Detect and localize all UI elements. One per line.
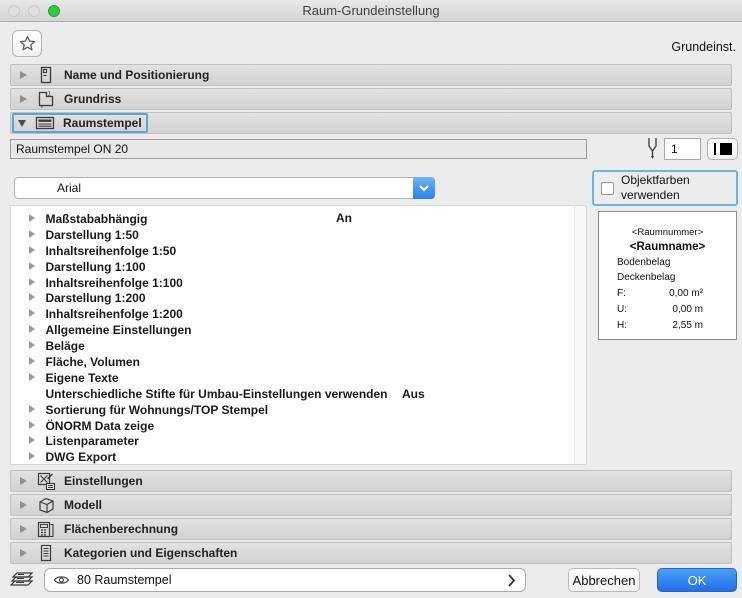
preview-raumnummer: <Raumnummer> (599, 227, 736, 238)
section-header-modell[interactable]: Modell (10, 494, 732, 516)
pen-color-button[interactable] (707, 138, 738, 160)
disclosure-collapsed-icon (20, 71, 27, 79)
einstellungen-icon (36, 472, 56, 490)
tree-item[interactable]: Inhaltsreihenfolge 1:200 (11, 306, 586, 322)
selected-tool-label: 80 Raumstempel (77, 573, 172, 587)
preview-metric-row: H: 2,55 m (617, 320, 736, 331)
cancel-button[interactable]: Abbrechen (568, 568, 640, 592)
disclosure-collapsed-icon (29, 436, 35, 444)
raum-grundeinstellung-dialog: Raum-Grundeinstellung Grundeinst. Name u… (0, 0, 742, 598)
section-label: Flächenberechnung (64, 522, 178, 536)
tree-item[interactable]: Darstellung 1:200 (11, 290, 586, 306)
disclosure-collapsed-icon (29, 293, 35, 301)
disclosure-collapsed-icon (20, 525, 27, 533)
tree-item[interactable]: Maßstababhängig An (11, 211, 586, 227)
font-name-value: Arial (15, 181, 81, 195)
section-label: Name und Positionierung (64, 68, 209, 82)
section-header-grundriss[interactable]: 1 Grundriss (10, 88, 732, 110)
tree-item[interactable]: ÖNORM Data zeige (11, 418, 586, 434)
chevron-down-icon (413, 177, 435, 199)
pen-weight-sample (714, 143, 716, 155)
section-label: Kategorien und Eigenschaften (64, 546, 237, 560)
stamp-parameter-tree[interactable]: Maßstababhängig An Darstellung 1:50 Inha… (10, 205, 587, 465)
favorites-hint-label: Grundeinst. (671, 40, 736, 54)
disclosure-expanded-icon (18, 120, 26, 127)
chevron-right-icon (508, 574, 516, 587)
grundriss-icon: 1 (36, 90, 56, 108)
layers-icon (10, 569, 38, 591)
disclosure-collapsed-icon (29, 309, 35, 317)
ok-button[interactable]: OK (657, 568, 737, 592)
disclosure-collapsed-icon (29, 278, 35, 286)
disclosure-collapsed-icon (29, 452, 35, 460)
modell-icon (36, 496, 56, 514)
tree-item[interactable]: Fläche, Volumen (11, 354, 586, 370)
section-label: Raumstempel (63, 116, 142, 130)
section-header-kategorien-und-eigenschaften[interactable]: Kategorien und Eigenschaften (10, 542, 732, 564)
section-header-raumstempel[interactable]: Raumstempel (10, 112, 732, 134)
stamp-preview-panel: <Raumnummer> <Raumname> Bodenbelag Decke… (598, 211, 737, 340)
flaechenberechnung-icon (36, 520, 56, 538)
disclosure-collapsed-icon (29, 341, 35, 349)
disclosure-collapsed-icon (20, 501, 27, 509)
tree-item[interactable]: Eigene Texte (11, 370, 586, 386)
disclosure-collapsed-icon (29, 230, 35, 238)
section-label: Modell (64, 498, 102, 512)
tree-item[interactable]: Allgemeine Einstellungen (11, 322, 586, 338)
disclosure-collapsed-icon (29, 405, 35, 413)
preview-metric-row: F: 0,00 m² (617, 288, 736, 299)
window-title: Raum-Grundeinstellung (0, 3, 742, 18)
tree-item[interactable]: Darstellung 1:50 (11, 227, 586, 243)
objektfarben-group: Objektfarben verwenden (592, 170, 738, 206)
preview-raumname: <Raumname> (599, 241, 736, 253)
preview-bodenbelag: Bodenbelag (617, 257, 736, 268)
disclosure-collapsed-icon (29, 214, 35, 222)
disclosure-collapsed-icon (29, 325, 35, 333)
tree-item[interactable]: Listenparameter (11, 433, 586, 449)
tree-item[interactable]: Sortierung für Wohnungs/TOP Stempel (11, 402, 586, 418)
kategorien-icon (36, 544, 56, 562)
section-label: Grundriss (64, 92, 121, 106)
name-position-icon (36, 66, 56, 84)
disclosure-collapsed-icon (29, 262, 35, 270)
titlebar[interactable]: Raum-Grundeinstellung (0, 0, 742, 22)
disclosure-collapsed-icon (29, 246, 35, 254)
tree-item[interactable]: Darstellung 1:100 (11, 259, 586, 275)
star-icon (18, 35, 37, 53)
disclosure-collapsed-icon (29, 373, 35, 381)
preview-metric-row: U: 0,00 m (617, 304, 736, 315)
tool-favorite-selector[interactable]: 80 Raumstempel (44, 568, 526, 592)
disclosure-collapsed-icon (20, 477, 27, 485)
section-header-einstellungen[interactable]: Einstellungen (10, 470, 732, 492)
stamp-name-input[interactable] (10, 139, 587, 159)
eye-icon (53, 574, 70, 586)
tree-item[interactable]: Inhaltsreihenfolge 1:100 (11, 275, 586, 291)
tree-item[interactable]: Unterschiedliche Stifte für Umbau-Einste… (11, 386, 586, 402)
tree-item[interactable]: Inhaltsreihenfolge 1:50 (11, 243, 586, 259)
section-header-name-und-positionierung[interactable]: Name und Positionierung (10, 64, 732, 86)
preview-deckenbelag: Deckenbelag (617, 272, 736, 283)
section-header-flaechenberechnung[interactable]: Flächenberechnung (10, 518, 732, 540)
objektfarben-checkbox[interactable] (601, 182, 614, 195)
objektfarben-label: Objektfarben verwenden (621, 173, 729, 203)
disclosure-collapsed-icon (20, 95, 27, 103)
raumstempel-icon (35, 114, 55, 132)
font-dropdown[interactable]: Arial (14, 177, 435, 199)
pen-color-swatch (720, 143, 732, 155)
disclosure-collapsed-icon (29, 421, 35, 429)
favorites-button[interactable] (12, 30, 42, 57)
section-label: Einstellungen (64, 474, 143, 488)
disclosure-collapsed-icon (20, 549, 27, 557)
pen-icon (644, 136, 661, 161)
pen-number-input[interactable] (664, 138, 701, 160)
disclosure-collapsed-icon (29, 357, 35, 365)
tree-item[interactable]: Beläge (11, 338, 586, 354)
tree-item[interactable]: DWG Export (11, 449, 586, 465)
